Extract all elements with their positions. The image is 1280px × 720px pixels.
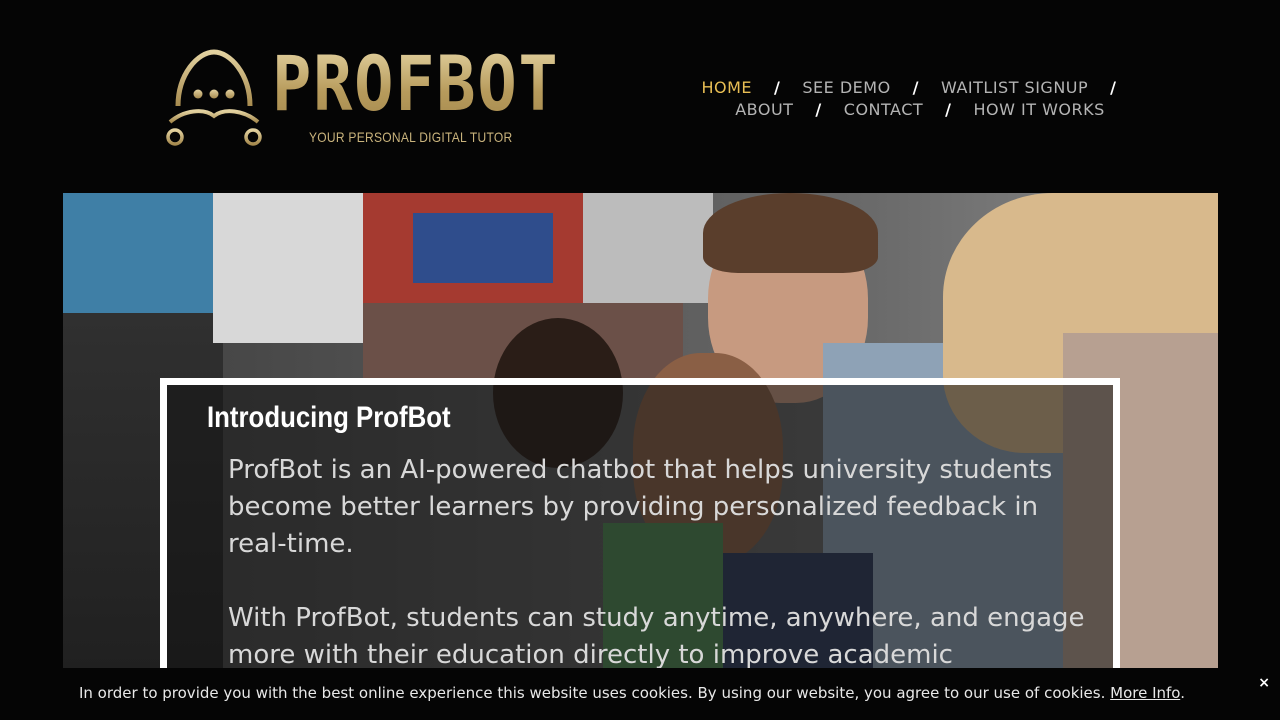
brand-name: PROFBOT xyxy=(272,39,560,128)
nav-row-2: ABOUT / CONTACT / HOW IT WORKS xyxy=(700,98,1140,120)
robot-face-icon xyxy=(166,49,262,146)
brand-tagline: YOUR PERSONAL DIGITAL TUTOR xyxy=(309,129,513,145)
nav-link-about[interactable]: ABOUT xyxy=(735,100,793,119)
intro-paragraph-1: ProfBot is an AI-powered chatbot that he… xyxy=(228,455,1053,559)
intro-title: Introducing ProfBot xyxy=(207,401,451,434)
photo-background-blue xyxy=(413,213,553,283)
cookie-trailing: . xyxy=(1180,684,1185,702)
close-icon[interactable]: × xyxy=(1258,675,1270,691)
nav-separator: / xyxy=(1110,77,1117,97)
brand-logo[interactable]: PROFBOT YOUR PERSONAL DIGITAL TUTOR xyxy=(164,46,558,150)
nav-link-contact[interactable]: CONTACT xyxy=(844,100,923,119)
cookie-text: In order to provide you with the best on… xyxy=(78,684,1106,702)
nav-row-1: HOME / SEE DEMO / WAITLIST SIGNUP / xyxy=(700,76,1140,98)
intro-paragraph-2: With ProfBot, students can study anytime… xyxy=(228,603,1085,670)
cookie-message: In order to provide you with the best on… xyxy=(0,684,1264,702)
nav-separator: / xyxy=(912,77,920,97)
page: PROFBOT YOUR PERSONAL DIGITAL TUTOR HOME… xyxy=(0,0,1280,720)
cookie-banner: In order to provide you with the best on… xyxy=(0,668,1280,720)
cookie-more-info-link[interactable]: More Info xyxy=(1110,684,1180,702)
photo-background-window xyxy=(63,193,213,313)
photo-background-wall xyxy=(583,193,713,303)
photo-background-light xyxy=(213,193,363,343)
nav-separator: / xyxy=(945,99,952,119)
nav-separator: / xyxy=(815,99,822,119)
nav-separator: / xyxy=(774,77,781,97)
nav-link-how-it-works[interactable]: HOW IT WORKS xyxy=(973,100,1104,119)
nav-link-home[interactable]: HOME xyxy=(701,78,752,97)
main-nav: HOME / SEE DEMO / WAITLIST SIGNUP / ABOU… xyxy=(700,76,1140,120)
photo-person-hair xyxy=(703,193,878,273)
nav-link-waitlist-signup[interactable]: WAITLIST SIGNUP xyxy=(941,78,1088,97)
nav-link-see-demo[interactable]: SEE DEMO xyxy=(802,78,890,97)
